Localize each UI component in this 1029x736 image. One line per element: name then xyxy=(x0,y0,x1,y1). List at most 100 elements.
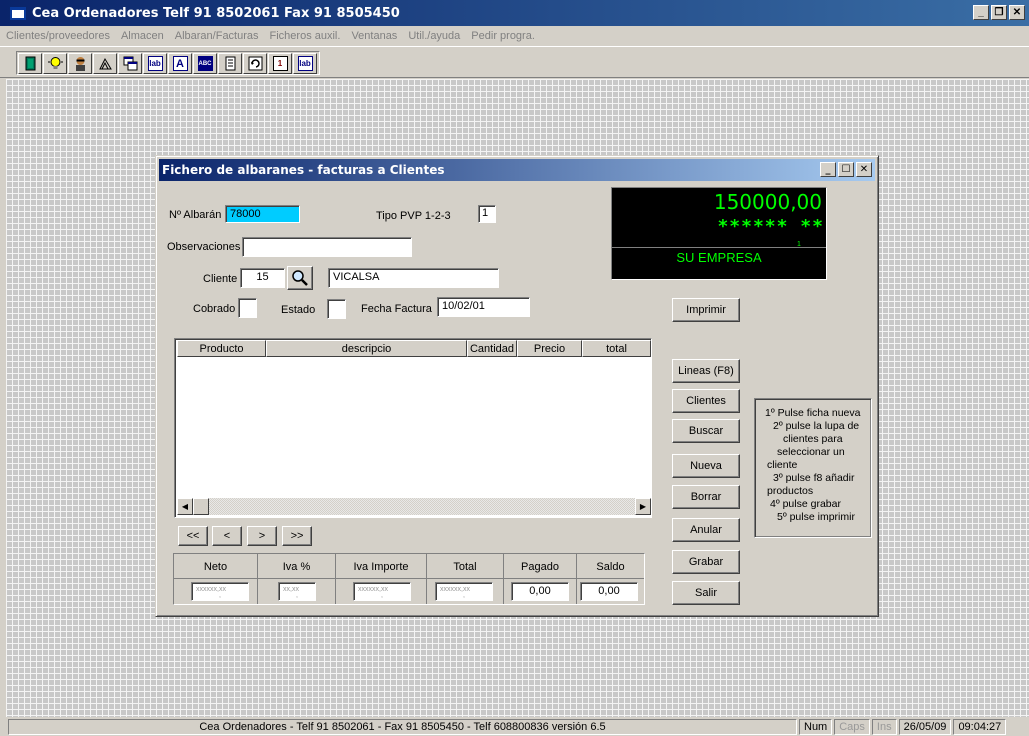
nav-last-button[interactable]: >> xyxy=(282,526,312,546)
menu-util-ayuda[interactable]: Util./ayuda xyxy=(408,30,460,42)
cliente-label: Cliente xyxy=(203,273,238,285)
toolbar-button-abc-transfer-2[interactable]: lab xyxy=(293,53,317,74)
child-maximize-button[interactable]: ☐ xyxy=(838,162,854,177)
instruction-line: cliente xyxy=(767,459,798,471)
person-icon xyxy=(75,57,85,71)
cliente-name-field[interactable]: VICALSA xyxy=(328,268,499,288)
estado-field[interactable] xyxy=(327,299,346,319)
grid-col-precio[interactable]: Precio xyxy=(517,340,582,357)
toolbar-button-font[interactable]: A xyxy=(168,53,192,74)
pagado-field[interactable]: 0,00 xyxy=(511,582,569,601)
cobrado-field[interactable] xyxy=(238,298,257,318)
scroll-thumb[interactable] xyxy=(193,498,209,515)
menu-pedir-progra[interactable]: Pedir progra. xyxy=(471,30,535,42)
grid-col-producto[interactable]: Producto xyxy=(177,340,266,357)
main-title-bar[interactable]: Cea Ordenadores Telf 91 8502061 Fax 91 8… xyxy=(0,0,1029,26)
totals-col-saldo: Saldo 0,00 xyxy=(577,554,644,604)
status-date: 26/05/09 xyxy=(898,718,952,735)
grabar-button[interactable]: Grabar xyxy=(672,550,740,574)
totals-col-pagado: Pagado 0,00 xyxy=(504,554,577,604)
menu-albaran-facturas[interactable]: Albaran/Facturas xyxy=(175,30,259,42)
total-display-panel: 150000,00 ****** ** 1 SU EMPRESA xyxy=(611,187,827,280)
tipo-pvp-field[interactable]: 1 xyxy=(478,205,496,223)
menu-almacen[interactable]: Almacen xyxy=(121,30,164,42)
hand-icon xyxy=(98,57,112,70)
restore-button[interactable]: ❐ xyxy=(991,5,1007,20)
totals-col-iva-importe: Iva Importe xxxxxx,xx, xyxy=(336,554,427,604)
anular-button[interactable]: Anular xyxy=(672,518,740,542)
instruction-line: 3º pulse f8 añadir xyxy=(773,472,855,484)
instruction-line: seleccionar un xyxy=(777,446,845,458)
menu-ventanas[interactable]: Ventanas xyxy=(351,30,397,42)
cliente-search-button[interactable] xyxy=(287,266,313,290)
toolbar-button-refresh[interactable] xyxy=(243,53,267,74)
abc-transfer-icon: lab xyxy=(147,56,163,71)
lines-grid[interactable]: Producto descripcio Cantidad Precio tota… xyxy=(174,338,652,518)
status-caps: Caps xyxy=(834,718,870,735)
nav-first-button[interactable]: << xyxy=(178,526,208,546)
grid-col-descripcio[interactable]: descripcio xyxy=(266,340,467,357)
observaciones-field[interactable] xyxy=(242,237,412,257)
clientes-button[interactable]: Clientes xyxy=(672,389,740,413)
total-header: Total xyxy=(453,561,477,573)
refresh-icon xyxy=(248,56,262,71)
neto-field[interactable]: xxxxxx,xx, xyxy=(191,582,249,601)
albaran-label: Nº Albarán xyxy=(169,209,222,221)
status-ins: Ins xyxy=(871,718,897,735)
window-title: Cea Ordenadores Telf 91 8502061 Fax 91 8… xyxy=(32,5,400,21)
magnifier-icon xyxy=(292,270,308,286)
instruction-line: productos xyxy=(767,485,814,497)
albaran-number-field[interactable]: 78000 xyxy=(225,205,300,223)
albaranes-window-title-bar[interactable]: Fichero de albaranes - facturas a Client… xyxy=(159,159,875,181)
iva-pct-header: Iva % xyxy=(282,561,311,573)
nav-next-button[interactable]: > xyxy=(247,526,277,546)
fecha-factura-label: Fecha Factura xyxy=(361,303,432,315)
status-bar: Cea Ordenadores - Telf 91 8502061 - Fax … xyxy=(0,717,1029,736)
toolbar-button-abc[interactable]: ABC xyxy=(193,53,217,74)
child-minimize-button[interactable]: _ xyxy=(820,162,836,177)
saldo-field[interactable]: 0,00 xyxy=(580,582,638,601)
buscar-button[interactable]: Buscar xyxy=(672,419,740,443)
nav-prev-button[interactable]: < xyxy=(212,526,242,546)
toolbar-button-exit[interactable] xyxy=(18,53,42,74)
scroll-left-button[interactable]: ◀ xyxy=(177,498,193,515)
grid-col-cantidad[interactable]: Cantidad xyxy=(467,340,517,357)
scroll-right-button[interactable]: ▶ xyxy=(635,498,651,515)
grid-horizontal-scrollbar[interactable]: ◀ ▶ xyxy=(177,498,651,515)
toolbar-button-abc-transfer[interactable]: lab xyxy=(143,53,167,74)
imprimir-button[interactable]: Imprimir xyxy=(672,298,740,322)
grid-header: Producto descripcio Cantidad Precio tota… xyxy=(177,340,651,357)
toolbar-button-tips[interactable] xyxy=(43,53,67,74)
grid-col-total[interactable]: total xyxy=(582,340,651,357)
toolbar-button-user[interactable] xyxy=(68,53,92,74)
toolbar-button-hand[interactable] xyxy=(93,53,117,74)
total-field[interactable]: xxxxxx,xx, xyxy=(435,582,493,601)
cliente-code-field[interactable]: 15 xyxy=(240,268,285,288)
instruction-line: 4º pulse grabar xyxy=(770,498,841,510)
status-time: 09:04:27 xyxy=(953,718,1007,735)
toolbar-button-preview[interactable]: 1 xyxy=(268,53,292,74)
minimize-button[interactable]: _ xyxy=(973,5,989,20)
totals-table: Neto xxxxxx,xx, Iva % xx,xx, Iva Importe… xyxy=(173,553,645,605)
salir-button[interactable]: Salir xyxy=(672,581,740,605)
fecha-factura-field[interactable]: 10/02/01 xyxy=(437,297,530,317)
iva-importe-field[interactable]: xxxxxx,xx, xyxy=(353,582,411,601)
menu-ficheros-auxil[interactable]: Ficheros auxil. xyxy=(270,30,341,42)
menu-clientes-proveedores[interactable]: Clientes/proveedores xyxy=(6,30,110,42)
instruction-line: 2º pulse la lupa de xyxy=(773,420,860,432)
totals-col-neto: Neto xxxxxx,xx, xyxy=(174,554,258,604)
child-close-button[interactable]: ✕ xyxy=(856,162,872,177)
document-list-icon xyxy=(225,56,235,71)
toolbar-button-document[interactable] xyxy=(218,53,242,74)
close-button[interactable]: ✕ xyxy=(1009,5,1025,20)
estado-label: Estado xyxy=(281,304,316,316)
nueva-button[interactable]: Nueva xyxy=(672,454,740,478)
display-stars: ****** ** xyxy=(717,216,824,237)
iva-pct-field[interactable]: xx,xx, xyxy=(278,582,316,601)
print-preview-icon: 1 xyxy=(272,56,288,71)
toolbar-button-windows[interactable] xyxy=(118,53,142,74)
lineas-button[interactable]: Lineas (F8) xyxy=(672,359,740,383)
borrar-button[interactable]: Borrar xyxy=(672,485,740,509)
tipo-pvp-label: Tipo PVP 1-2-3 xyxy=(376,210,451,222)
instructions-box: 1º Pulse ficha nueva 2º pulse la lupa de… xyxy=(754,398,872,538)
